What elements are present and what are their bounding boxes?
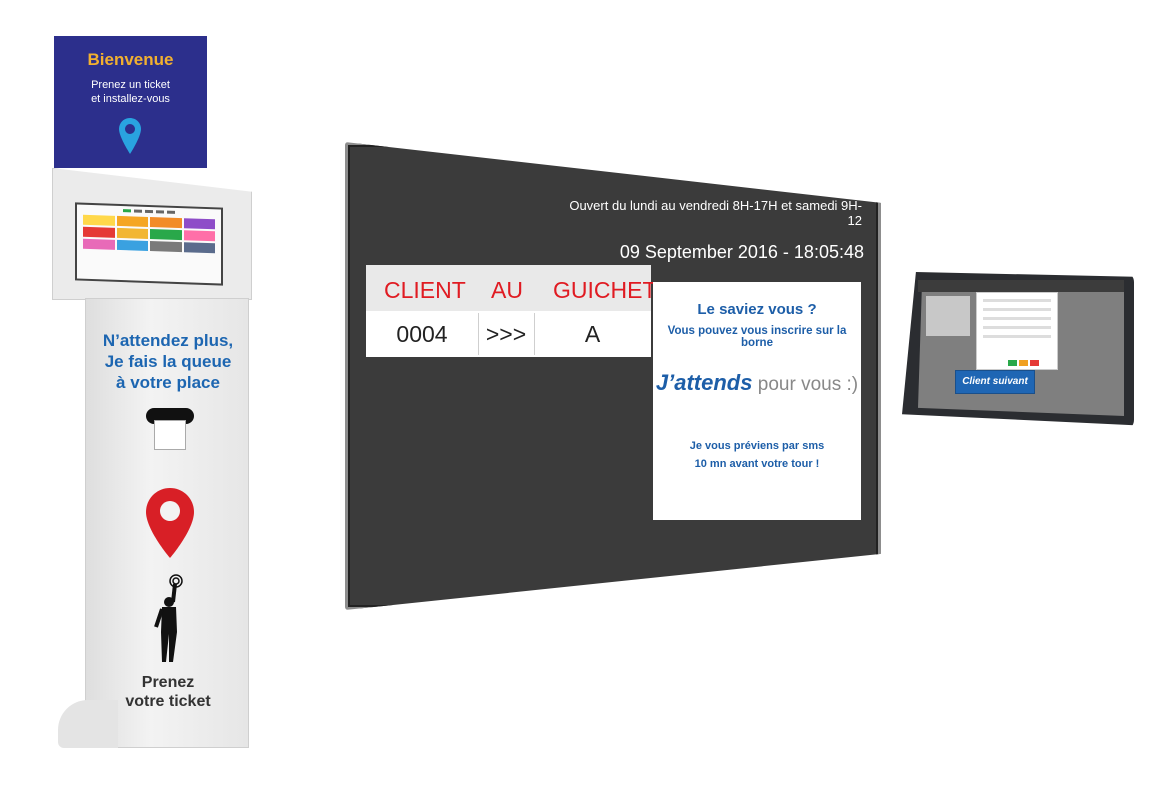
kiosk-service-tile[interactable] <box>83 214 115 226</box>
kiosk-header-line1: Prenez un ticket <box>91 79 170 91</box>
wait-strong-text: J’attends <box>655 370 753 395</box>
kiosk-service-tile[interactable] <box>150 229 182 241</box>
kiosk-service-tile[interactable] <box>116 227 148 239</box>
kiosk-service-tile[interactable] <box>183 218 215 230</box>
info-subtitle: Vous pouvez vous inscrire sur la borne <box>667 325 847 349</box>
kiosk-welcome-title: Bienvenue <box>87 50 174 69</box>
tablet-action-buttons <box>1008 360 1039 366</box>
kiosk-service-tile[interactable] <box>150 217 182 229</box>
tablet-topbar <box>918 280 1124 292</box>
kiosk-service-tile[interactable] <box>83 238 115 250</box>
kiosk-service-grid <box>77 210 221 257</box>
cell-counter: A <box>584 321 601 347</box>
kiosk-tagline: N’attendez plus, Je fais la queue à votr… <box>88 330 248 393</box>
kiosk-cta-line2: votre ticket <box>125 693 211 710</box>
person-touching-icon <box>154 574 183 662</box>
kiosk-tagline-line2: Je fais la queue <box>104 352 232 371</box>
accept-button[interactable] <box>1008 360 1017 366</box>
kiosk-service-tile[interactable] <box>116 239 148 251</box>
header-au: AU <box>491 277 523 303</box>
kiosk-header-panel: Bienvenue Prenez un ticket et installez-… <box>54 36 207 168</box>
kiosk-tagline-line3: à votre place <box>116 373 220 392</box>
info-wait-message: J’attends pour vous :) <box>653 370 861 396</box>
opening-hours: Ouvert du lundi au vendredi 8H-17H et sa… <box>569 198 862 228</box>
table-row: 0004 >>> A <box>366 311 651 357</box>
cell-arrow: >>> <box>485 321 527 347</box>
info-question: Le saviez vous ? <box>697 301 817 318</box>
current-datetime: 09 September 2016 - 18:05:48 <box>619 242 864 262</box>
reject-button[interactable] <box>1030 360 1039 366</box>
tablet-sidebar <box>926 296 970 336</box>
wait-light-text: pour vous :) <box>752 374 859 395</box>
sms-line-1: Je vous préviens par sms <box>689 440 825 452</box>
queue-table-header: CLIENT AU GUICHET <box>366 265 657 311</box>
kiosk-service-tile[interactable] <box>83 226 115 238</box>
kiosk-service-tile[interactable] <box>116 215 148 227</box>
sms-line-2: 10 mn avant votre tour ! <box>694 458 820 470</box>
ticket-paper[interactable] <box>154 420 186 450</box>
info-panel: Le saviez vous ? Vous pouvez vous inscri… <box>653 282 861 520</box>
kiosk-header-line2: et installez-vous <box>91 93 170 105</box>
header-guichet: GUICHET <box>553 277 657 303</box>
tablet-client-form <box>976 292 1058 370</box>
next-client-button[interactable]: Client suivant <box>955 370 1035 394</box>
location-pin-icon <box>119 118 141 154</box>
cell-client-number: 0004 <box>396 321 448 347</box>
kiosk-touchscreen[interactable] <box>75 202 223 286</box>
kiosk-service-tile[interactable] <box>150 241 182 253</box>
header-client: CLIENT <box>384 277 466 303</box>
kiosk-cta-line1: Prenez <box>141 674 195 691</box>
kiosk-service-tile[interactable] <box>183 230 215 242</box>
location-pin-icon <box>146 488 194 558</box>
pause-button[interactable] <box>1019 360 1028 366</box>
kiosk-tagline-line1: N’attendez plus, <box>102 331 234 350</box>
take-ticket-cta: Prenez votre ticket <box>98 673 238 711</box>
kiosk-service-tile[interactable] <box>183 242 215 254</box>
queue-table: CLIENT AU GUICHET 0004 >>> A <box>366 265 657 359</box>
